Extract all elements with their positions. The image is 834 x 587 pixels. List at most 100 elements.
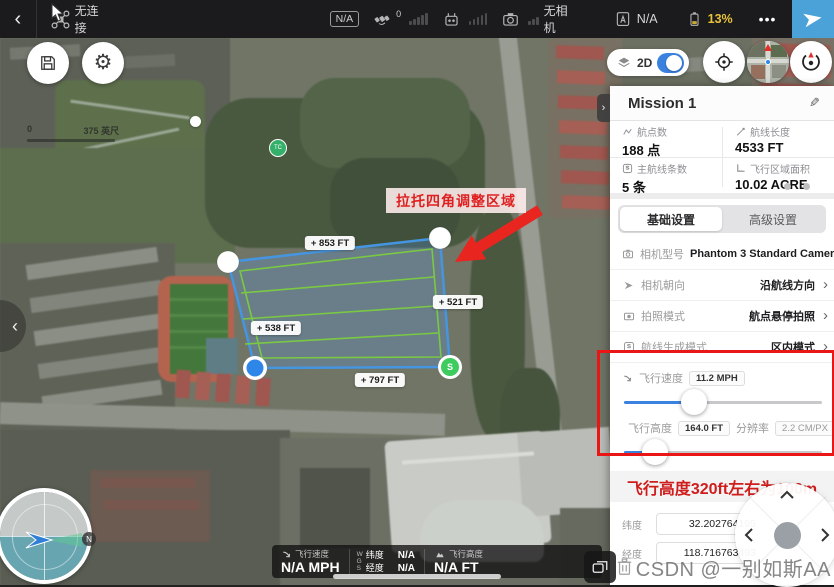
area-ruler-icon [735, 163, 746, 174]
back-icon: ‹ [14, 8, 21, 31]
chevron-right-icon: › [823, 280, 828, 290]
map-settings-button[interactable]: ⚙ [82, 42, 124, 84]
mission-header: Mission 1 ✎ [610, 86, 834, 121]
s-route-icon [622, 163, 633, 174]
stat-main-lines: 主航线条数 5 条 [610, 158, 722, 194]
minimap-button[interactable] [747, 41, 789, 83]
setting-photo-mode[interactable]: 拍照模式 航点悬停拍照 › [610, 301, 834, 332]
telemetry-lat-label: 纬度 [366, 549, 384, 562]
takeoff-button[interactable] [792, 0, 834, 38]
battery-percent: 13% [708, 12, 733, 26]
resolution-label: 分辨率 [736, 420, 769, 436]
delete-area-button[interactable] [616, 556, 633, 577]
nudge-center-button[interactable] [774, 522, 801, 549]
save-mission-button[interactable] [27, 42, 69, 84]
nudge-up-button[interactable] [779, 489, 795, 501]
compass-icon [799, 50, 823, 74]
panel-collapse-icon: › [602, 102, 606, 114]
telemetry-lng-value: N/A [398, 562, 415, 575]
map-mode-toggle-pill[interactable]: 2D [607, 49, 689, 76]
route-start-marker[interactable]: S [444, 361, 456, 373]
chevron-right-icon: › [823, 311, 828, 321]
satellite-icon [373, 10, 391, 28]
scale-zero: 0 [27, 124, 32, 137]
altitude-slider-thumb[interactable] [642, 439, 668, 465]
settings-tabs: 基础设置 高级设置 [618, 205, 826, 233]
flight-altitude-group: 飞行高度 164.0 FT 分辨率 2.2 CM/PX [610, 418, 834, 468]
mission-stats: 航点数 188 点 航线长度 4533 FT 主航线条数 5 条 [610, 121, 834, 199]
camera-icon [501, 10, 520, 29]
photo-stack-icon [591, 558, 609, 576]
camera-signal-bars [528, 13, 539, 25]
altitude-label: 飞行高度 [628, 420, 672, 436]
annotation-drag-corners: 拉托四角调整区域 [386, 188, 526, 213]
tab-advanced-settings[interactable]: 高级设置 [722, 207, 824, 231]
telemetry-lat-value: N/A [398, 549, 415, 562]
setting-route-mode[interactable]: 航线生成模式 区内模式 › [610, 332, 834, 363]
layers-icon [616, 55, 632, 71]
csdn-watermark: CSDN @一别如斯AA [636, 553, 831, 582]
gear-icon: ⚙ [94, 53, 113, 73]
locate-button[interactable] [703, 41, 745, 83]
speed-slider-thumb[interactable] [681, 389, 707, 415]
speed-icon [622, 373, 633, 384]
status-bar: ‹ 无连接 N/A 0 [0, 0, 834, 38]
telemetry-lng-label: 经度 [366, 562, 384, 575]
stats-page-dots[interactable] [784, 183, 810, 190]
setting-camera-model[interactable]: 相机型号 Phantom 3 Standard Camera › [610, 239, 834, 270]
attitude-compass-widget [0, 488, 92, 584]
nudge-left-button[interactable] [743, 527, 755, 543]
gps-mode-badge: N/A [330, 11, 360, 27]
altitude-slider[interactable] [622, 438, 824, 466]
back-button[interactable]: ‹ [0, 0, 37, 38]
panel-collapse-button[interactable]: › [597, 94, 610, 122]
flight-speed-group: 飞行速度 11.2 MPH [610, 363, 834, 418]
speed-value[interactable]: 11.2 MPH [689, 371, 745, 386]
setting-camera-heading[interactable]: 相机朝向 沿航线方向 › [610, 270, 834, 301]
stat-route-length: 航线长度 4533 FT [723, 121, 834, 157]
speed-slider[interactable] [622, 388, 824, 416]
flight-mode-value: N/A [637, 12, 658, 26]
telemetry-alt-value: N/A FT [434, 560, 483, 575]
altitude-icon [434, 549, 446, 560]
collapse-left-icon: ‹ [12, 316, 18, 337]
remote-controller-icon [442, 10, 461, 29]
route-mode-icon [622, 341, 635, 353]
latitude-label: 纬度 [622, 517, 646, 532]
locate-target-icon [713, 51, 735, 73]
resolution-value: 2.2 CM/PX [775, 421, 834, 436]
map-poi-tc-marker: TC [269, 139, 287, 157]
more-options-button[interactable]: ••• [759, 11, 777, 27]
photo-mode-icon [622, 310, 635, 322]
altitude-value[interactable]: 164.0 FT [678, 421, 730, 436]
mouse-cursor [50, 3, 65, 23]
camera-heading-icon [622, 280, 635, 291]
scale-distance: 375 英尺 [83, 124, 119, 137]
satellite-count: 0 [396, 9, 401, 19]
camera-model-icon [622, 248, 634, 260]
speed-label: 飞行速度 [639, 370, 683, 386]
camera-status: 无相机 [544, 2, 568, 36]
edge-length-bottom: + 797 FT [355, 373, 405, 387]
edge-length-top: + 853 FT [305, 236, 355, 250]
trash-icon [616, 556, 633, 577]
2d-toggle-switch[interactable] [657, 53, 684, 73]
aircraft-heading-icon [14, 522, 84, 558]
edge-length-right: + 521 FT [433, 295, 483, 309]
photo-stack-button[interactable] [584, 551, 616, 583]
rc-signal-bars [469, 13, 488, 25]
waypoints-icon [622, 127, 633, 137]
tab-basic-settings[interactable]: 基础设置 [620, 207, 722, 231]
flight-mode-icon [614, 10, 632, 28]
minimap-thumbnail [747, 41, 789, 83]
battery-icon [686, 10, 703, 28]
map-2d-label: 2D [637, 56, 652, 70]
home-indicator[interactable] [333, 574, 501, 579]
edit-mission-icon[interactable]: ✎ [809, 95, 820, 111]
compass-reset-button[interactable] [790, 41, 832, 83]
route-length-icon [735, 127, 746, 137]
compass-north-badge: N [82, 532, 96, 546]
speed-icon [281, 549, 292, 560]
gps-signal-bars [409, 13, 428, 25]
nudge-right-button[interactable] [819, 527, 831, 543]
